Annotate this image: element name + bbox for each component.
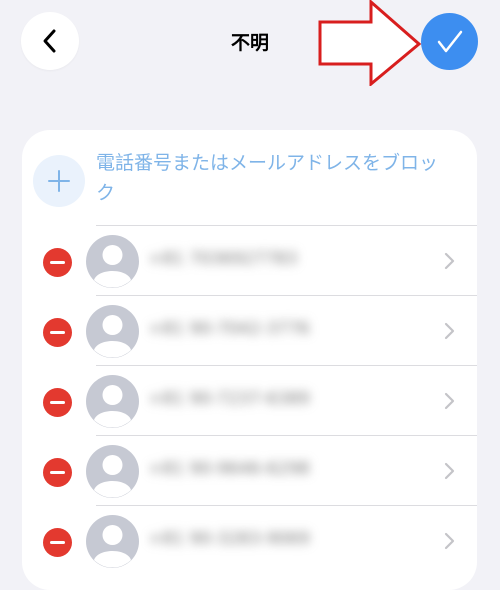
remove-contact-button[interactable] [43, 458, 72, 487]
blocked-number: +81 90-7237-6389 [148, 389, 310, 409]
done-button[interactable] [421, 13, 478, 70]
add-blocked-contact-button[interactable] [33, 155, 85, 207]
blocked-number: +81 7036927783 [148, 249, 298, 269]
blocked-number: +81 90-7042-3776 [148, 319, 310, 339]
add-blocked-contact-label[interactable]: 電話番号またはメールアドレスをブロック [96, 148, 456, 208]
blocked-number: +81 90-9646-6298 [148, 459, 310, 479]
remove-contact-button[interactable] [43, 388, 72, 417]
person-avatar-icon [86, 305, 139, 358]
blocked-contact-row[interactable]: +81 90-7237-6389 [22, 366, 477, 436]
person-avatar-icon [86, 375, 139, 428]
person-avatar-icon [86, 515, 139, 568]
chevron-right-icon [444, 462, 455, 480]
blocked-contact-row[interactable]: +81 7036927783 [22, 226, 477, 296]
remove-contact-button[interactable] [43, 528, 72, 557]
checkmark-icon [437, 30, 462, 52]
remove-contact-button[interactable] [43, 248, 72, 277]
blocked-list-card: 電話番号またはメールアドレスをブロック +81 7036927783 +81 9… [22, 130, 477, 590]
chevron-right-icon [444, 322, 455, 340]
annotation-arrow-icon [318, 0, 422, 86]
chevron-right-icon [444, 532, 455, 550]
blocked-contact-row[interactable]: +81 90-9646-6298 [22, 436, 477, 506]
blocked-number: +81 90-3283-9069 [148, 529, 310, 549]
blocked-contact-row[interactable]: +81 90-3283-9069 [22, 506, 477, 576]
chevron-right-icon [444, 392, 455, 410]
blocked-contact-row[interactable]: +81 90-7042-3776 [22, 296, 477, 366]
remove-contact-button[interactable] [43, 318, 72, 347]
person-avatar-icon [86, 235, 139, 288]
chevron-right-icon [444, 252, 455, 270]
person-avatar-icon [86, 445, 139, 498]
plus-icon [48, 170, 70, 192]
